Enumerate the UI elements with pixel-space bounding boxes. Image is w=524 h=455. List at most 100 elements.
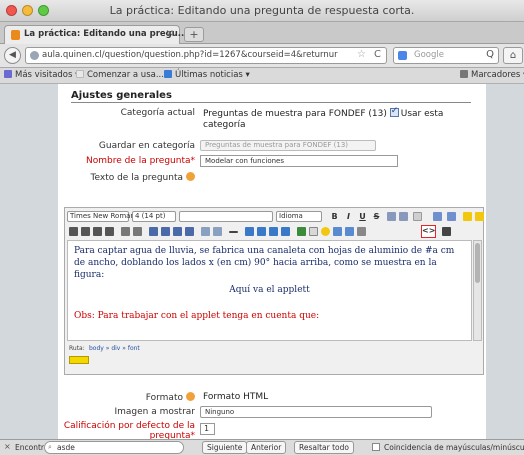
find-next-button[interactable]: Siguiente [202,441,248,454]
current-category-label: Categoría actual [120,108,195,118]
text-color-icon[interactable] [463,212,472,221]
indent-icon[interactable] [185,227,194,236]
page-background-left [0,84,58,439]
spellcheck-icon[interactable] [345,227,354,236]
subscript-icon[interactable] [387,212,396,221]
help-icon[interactable] [186,392,195,401]
search-placeholder: Google [414,50,444,60]
horizontal-rule-icon[interactable] [229,231,238,233]
default-grade-input[interactable]: 1 [200,423,215,435]
title-bar: La práctica: Editando una pregunta de re… [0,0,524,22]
question-form: Ajustes generales Categoría actual Pregu… [58,84,486,439]
find-input[interactable]: asde [44,441,184,454]
outdent-icon[interactable] [173,227,182,236]
html-source-button[interactable]: <> [421,225,436,238]
background-color-icon[interactable] [475,212,484,221]
find-previous-button[interactable]: Anterior [246,441,287,454]
url-text[interactable]: aula.quinen.cl/question/question.php?id=… [42,50,338,60]
unlink-icon[interactable] [269,227,278,236]
bookmark-folder-icon [4,70,12,78]
tab-label: La práctica: Editando una pregu... [24,29,188,39]
save-category-select[interactable]: Preguntas de muestra para FONDEF (13) [200,140,376,151]
font-size-select[interactable]: 4 (14 pt) [132,211,176,222]
bookmark-latest-news[interactable]: Últimas noticias ▾ [164,70,250,80]
format-value: Formato HTML [203,392,269,402]
emoticon-icon[interactable] [321,227,330,236]
bookmarks-bar: Más visitados ▾ Comenzar a usa... Última… [0,68,524,84]
home-button[interactable]: ⌂ [503,47,523,64]
question-name-input[interactable]: Modelar con funciones [200,155,398,167]
editor-toolbar-2: <> [65,225,485,239]
bookmark-most-visited[interactable]: Más visitados ▾ [4,70,79,80]
image-select[interactable]: Ninguno [200,406,432,418]
tab-active[interactable]: La práctica: Editando una pregu... × [4,25,187,44]
italic-button[interactable]: I [343,211,354,222]
rtl-icon[interactable] [133,227,142,236]
find-bar: × Encontrar: asde ⌕ Siguiente Anterior R… [0,439,524,455]
editor-path-label: Ruta: [69,345,85,352]
save-category-label: Guardar en categoría [98,141,195,151]
html-editor: Times New Roman 4 (14 pt) Idioma B I U S [64,207,484,375]
search-icon[interactable]: Q [486,49,494,60]
align-center-icon[interactable] [81,227,90,236]
navigation-bar: ◀ aula.quinen.cl/question/question.php?i… [0,44,524,68]
align-right-icon[interactable] [93,227,102,236]
search-input[interactable]: Google Q [393,47,499,64]
toggle-editor-icon[interactable] [442,227,451,236]
required-asterisk: * [190,156,196,166]
default-grade-label: Calificación por defecto de la pregunta* [63,421,195,439]
find-search-icon: ⌕ [48,443,52,451]
tab-strip: La práctica: Editando una pregu... × + [0,22,524,44]
media-icon[interactable] [333,227,342,236]
bookmarks-menu[interactable]: Marcadores ▾ [460,70,524,80]
editor-scrollbar[interactable] [473,240,482,341]
bookmark-getting-started[interactable]: Comenzar a usa... [76,70,164,80]
question-name-label: Nombre de la pregunta* [85,156,196,166]
blockquote-icon[interactable] [201,227,210,236]
back-button[interactable]: ◀ [4,47,21,64]
ltr-icon[interactable] [121,227,130,236]
bold-button[interactable]: B [329,211,340,222]
url-bar[interactable]: aula.quinen.cl/question/question.php?id=… [25,47,387,64]
fullscreen-icon[interactable] [357,227,366,236]
undo-icon[interactable] [433,212,442,221]
reload-icon[interactable]: C [374,49,381,60]
font-family-select[interactable]: Times New Roman [67,211,135,222]
redo-icon[interactable] [447,212,456,221]
bullet-list-icon[interactable] [161,227,170,236]
editor-resize-handle[interactable] [69,356,89,364]
editor-scrollbar-thumb[interactable] [475,243,480,283]
site-identity-icon[interactable] [30,51,39,60]
image-label: Imagen a mostrar [114,407,195,417]
browser-window: La práctica: Editando una pregunta de re… [0,0,524,455]
match-case-checkbox[interactable] [372,443,380,451]
use-category-checkbox[interactable] [389,106,399,117]
match-case-label: Coincidencia de mayúsculas/minúsculas [384,443,524,452]
anchor-icon[interactable] [245,227,254,236]
strikethrough-button[interactable]: S [371,211,382,222]
align-left-icon[interactable] [69,227,78,236]
superscript-icon[interactable] [399,212,408,221]
find-close-icon[interactable]: × [4,442,11,451]
link-icon[interactable] [257,227,266,236]
format-label: Formato [78,392,195,403]
current-category-value: Preguntas de muestra para FONDEF (13) Us… [203,106,453,131]
help-icon[interactable] [186,172,195,181]
new-tab-button[interactable]: + [184,27,204,42]
underline-button[interactable]: U [357,211,368,222]
bookmark-star-icon[interactable]: ☆ [357,49,366,60]
style-select[interactable] [179,211,273,222]
tab-close-icon[interactable]: × [166,28,174,39]
search-engine-icon[interactable] [398,51,407,60]
image-icon[interactable] [297,227,306,236]
editor-path-breadcrumb[interactable]: body » div » font [89,345,140,352]
table-icon[interactable] [309,227,318,236]
no-autolink-icon[interactable] [281,227,290,236]
block-icon[interactable] [213,227,222,236]
clean-format-icon[interactable] [413,212,422,221]
align-justify-icon[interactable] [105,227,114,236]
highlight-all-button[interactable]: Resaltar todo [294,441,354,454]
language-select[interactable]: Idioma [276,211,322,222]
editor-content-area[interactable]: Para captar agua de lluvia, se fabrica u… [67,240,472,341]
numbered-list-icon[interactable] [149,227,158,236]
